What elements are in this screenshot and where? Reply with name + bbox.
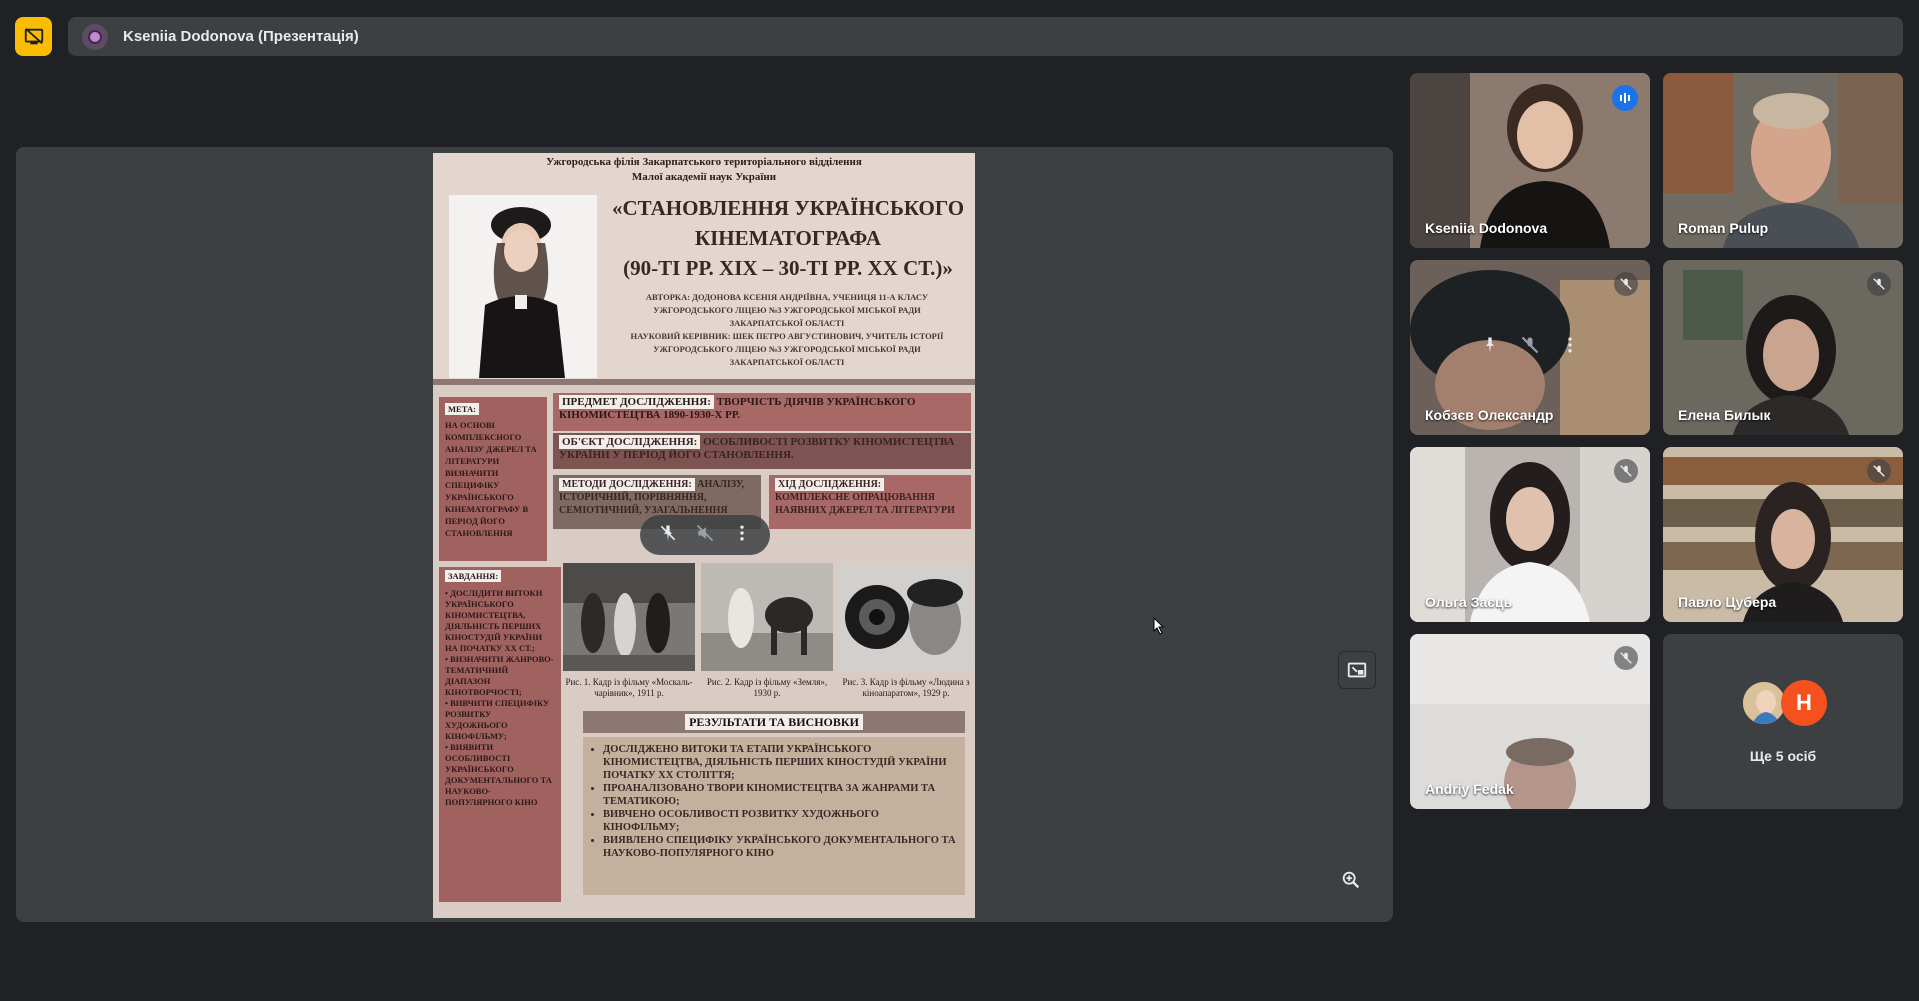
task-item: • ДОСЛІДИТИ ВИТОКИ УКРАЇНСЬКОГО КІНОМИСТ…: [445, 588, 543, 653]
avatar-initial: H: [1781, 680, 1827, 726]
tile-controls: [1470, 328, 1590, 368]
participant-name: Кобзєв Олександр: [1425, 407, 1554, 423]
caption-1: Рис. 1. Кадр із фільму «Москаль-чарівник…: [565, 677, 693, 698]
participant-name: Kseniia Dodonova: [1425, 220, 1548, 236]
mic-off-icon: [1614, 646, 1638, 670]
more-participants-tile[interactable]: H Ще 5 осіб: [1663, 634, 1903, 809]
film-still-3: [839, 563, 973, 671]
presenter-avatar: [82, 23, 108, 50]
task-item: • ВИЗНАЧИТИ ЖАНРОВО-ТЕМАТИЧНИЙ ДІАПАЗОН …: [445, 654, 554, 697]
participant-name: Павло Цубера: [1678, 594, 1777, 610]
slide-main-title: «СТАНОВЛЕННЯ УКРАЇНСЬКОГО КІНЕМАТОГРАФА …: [611, 196, 965, 280]
participant-tile-roman[interactable]: Roman Pulup: [1663, 73, 1903, 248]
presenter-title: Kseniia Dodonova (Презентація): [123, 28, 359, 45]
pin-icon[interactable]: [1480, 335, 1500, 360]
results-heading: РЕЗУЛЬТАТИ ТА ВИСНОВКИ: [583, 711, 965, 733]
mic-off-icon: [1614, 459, 1638, 483]
more-vert-icon[interactable]: [732, 523, 752, 548]
pin-icon[interactable]: [658, 523, 678, 548]
tasks-box: ЗАВДАННЯ: • ДОСЛІДИТИ ВИТОКИ УКРАЇНСЬКОГ…: [439, 567, 561, 902]
mic-off-icon: [1614, 272, 1638, 296]
mute-icon[interactable]: [1520, 335, 1540, 360]
more-participants-label: Ще 5 осіб: [1749, 748, 1817, 764]
subject-box: ПРЕДМЕТ ДОСЛІДЖЕННЯ: ТВОРЧІСТЬ ДІЯЧІВ УК…: [553, 393, 971, 431]
slide-authors: АВТОРКА: ДОДОНОВА КСЕНІЯ АНДРІЇВНА, УЧЕН…: [630, 292, 944, 367]
stop-presenting-button[interactable]: [15, 17, 52, 56]
participant-name: Andriy Fedak: [1425, 781, 1514, 797]
result-item: ПРОАНАЛІЗОВАНО ТВОРИ КІНОМИСТЕЦТВА ЗА ЖА…: [603, 782, 957, 808]
zoom-in-button[interactable]: [1332, 861, 1370, 899]
mouse-cursor-icon: [1153, 617, 1165, 635]
film-still-2: [701, 563, 833, 671]
author-photo: [449, 195, 597, 378]
more-vert-icon[interactable]: [1560, 335, 1580, 360]
participant-tile-pavlo[interactable]: Павло Цубера: [1663, 447, 1903, 622]
participant-name: Елена Билык: [1678, 407, 1771, 423]
caption-2: Рис. 2. Кадр із фільму «Земля», 1930 р.: [706, 677, 828, 698]
goal-box: МЕТА: НА ОСНОВІ КОМПЛЕКСНОГО АНАЛІЗУ ДЖЕ…: [439, 397, 547, 561]
participant-tile-kseniia[interactable]: Kseniia Dodonova: [1410, 73, 1650, 248]
task-item: • ВИВЧИТИ СПЕЦИФІКУ РОЗВИТКУ ХУДОЖНЬОГО …: [445, 698, 550, 741]
results-box: ДОСЛІДЖЕНО ВИТОКИ ТА ЕТАПИ УКРАЇНСЬКОГО …: [583, 737, 965, 895]
mute-icon[interactable]: [695, 523, 715, 548]
present-off-icon: [24, 27, 43, 44]
speaking-indicator-icon: [1612, 85, 1638, 111]
caption-3: Рис. 3. Кадр із фільму «Людина з кіноапа…: [842, 677, 970, 698]
slide-header: Ужгородська філія Закарпатського територ…: [433, 153, 975, 385]
mic-off-icon: [1867, 459, 1891, 483]
result-item: ДОСЛІДЖЕНО ВИТОКИ ТА ЕТАПИ УКРАЇНСЬКОГО …: [603, 743, 957, 782]
participant-tile-olga[interactable]: Ольга Заєць: [1410, 447, 1650, 622]
film-stills: [563, 563, 973, 671]
film-still-1: [563, 563, 695, 671]
participant-name: Roman Pulup: [1678, 220, 1769, 236]
participant-name: Ольга Заєць: [1425, 594, 1513, 610]
mic-off-icon: [1867, 272, 1891, 296]
presentation-tile-controls: [640, 515, 770, 555]
object-box: ОБ'ЄКТ ДОСЛІДЖЕННЯ: ОСОБЛИВОСТІ РОЗВИТКУ…: [553, 433, 971, 469]
picture-in-picture-icon: [1347, 662, 1367, 678]
progress-box: ХІД ДОСЛІДЖЕННЯ: КОМПЛЕКСНЕ ОПРАЦЮВАННЯ …: [769, 475, 971, 529]
zoom-in-icon: [1342, 871, 1360, 889]
participant-tile-kobzev[interactable]: Кобзєв Олександр: [1410, 260, 1650, 435]
more-participants-avatars: H: [1741, 680, 1827, 726]
task-item: • ВИЯВИТИ ОСОБЛИВОСТІ УКРАЇНСЬКОГО ДОКУМ…: [445, 742, 552, 807]
slide-org: Ужгородська філія Закарпатського територ…: [546, 156, 862, 183]
participant-tile-andriy[interactable]: Andriy Fedak: [1410, 634, 1650, 809]
participant-tile-elena[interactable]: Елена Билык: [1663, 260, 1903, 435]
result-item: ВИВЧЕНО ОСОБЛИВОСТІ РОЗВИТКУ ХУДОЖНЬОГО …: [603, 808, 957, 834]
picture-in-picture-button[interactable]: [1338, 651, 1376, 689]
result-item: ВИЯВЛЕНО СПЕЦИФІКУ УКРАЇНСЬКОГО ДОКУМЕНТ…: [603, 834, 957, 860]
presentation-title-bar: Kseniia Dodonova (Презентація): [68, 17, 1903, 56]
